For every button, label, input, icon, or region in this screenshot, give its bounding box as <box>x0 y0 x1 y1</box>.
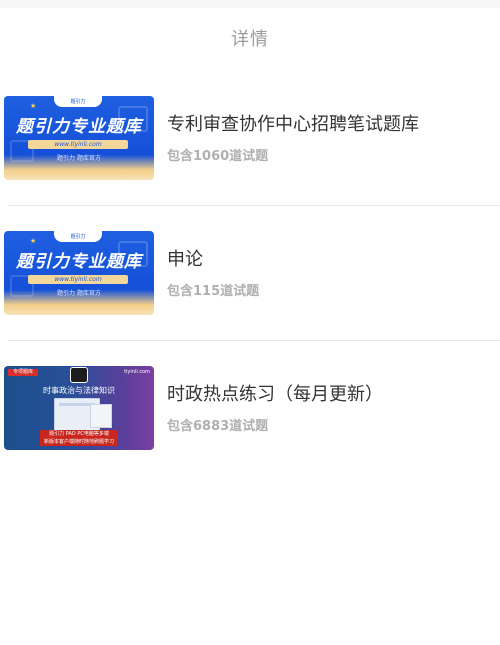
item-thumbnail: ★ 题引力 题引力专业题库 www.tiyinli.com 题引力 题库官方 <box>4 96 154 180</box>
thumbnail-tagline: 题引力 题库官方 <box>57 290 101 297</box>
thumbnail-tag: 专项题库 <box>8 369 38 376</box>
item-info: 专利审查协作中心招聘笔试题库 包含1060道试题 <box>167 113 419 164</box>
thumbnail-brand-text: 题引力 <box>70 234 86 240</box>
item-title: 时政热点练习（每月更新） <box>167 383 383 405</box>
list-item-patent-exam[interactable]: ★ 题引力 题引力专业题库 www.tiyinli.com 题引力 题库官方 专… <box>0 96 500 180</box>
item-title: 申论 <box>167 248 203 270</box>
item-thumbnail: 专项题库 tiyinli.com 时事政治与法律知识 题引力 PAD PC电脑等… <box>4 366 154 450</box>
thumbnail-banner: 专项题库 tiyinli.com 时事政治与法律知识 题引力 PAD PC电脑等… <box>4 366 154 450</box>
list-item-current-affairs[interactable]: 专项题库 tiyinli.com 时事政治与法律知识 题引力 PAD PC电脑等… <box>0 366 500 450</box>
thumbnail-url: www.tiyinli.com <box>28 275 128 284</box>
thumbnail-brand-text: 题引力 <box>70 99 86 105</box>
thumbnail-heading: 时事政治与法律知识 <box>43 386 115 395</box>
promo-line-1: 题引力 PAD PC电脑等多端 <box>49 431 109 437</box>
item-question-count: 包含1060道试题 <box>167 148 269 164</box>
thumbnail-banner: ★ 题引力 题引力专业题库 www.tiyinli.com 题引力 题库官方 <box>4 96 154 180</box>
thumbnail-promo-box: 题引力 PAD PC电脑等多端 新版本客户端随时随地刷题学习 <box>40 430 118 446</box>
page-header: 详情 <box>0 8 500 68</box>
brand-pill: 题引力 <box>54 231 102 242</box>
star-icon: ★ <box>30 237 37 245</box>
item-info: 时政热点练习（每月更新） 包含6883道试题 <box>167 383 383 434</box>
top-status-strip <box>0 0 500 8</box>
brand-pill: 题引力 <box>54 96 102 107</box>
item-info: 申论 包含115道试题 <box>167 248 259 299</box>
thumbnail-headline: 题引力专业题库 <box>16 252 142 272</box>
star-icon: ★ <box>30 102 37 110</box>
thumbnail-site: tiyinli.com <box>124 369 150 375</box>
page-title: 详情 <box>231 29 269 50</box>
thumbnail-tagline: 题引力 题库官方 <box>57 155 101 162</box>
thumbnail-headline: 题引力专业题库 <box>16 117 142 137</box>
logo-icon <box>70 367 88 383</box>
item-thumbnail: ★ 题引力 题引力专业题库 www.tiyinli.com 题引力 题库官方 <box>4 231 154 315</box>
question-bank-list: ★ 题引力 题引力专业题库 www.tiyinli.com 题引力 题库官方 专… <box>0 96 500 450</box>
item-question-count: 包含6883道试题 <box>167 418 269 434</box>
promo-line-2: 新版本客户端随时随地刷题学习 <box>43 439 114 445</box>
tablet-icon <box>90 404 112 428</box>
list-item-shenlun[interactable]: ★ 题引力 题引力专业题库 www.tiyinli.com 题引力 题库官方 申… <box>0 231 500 315</box>
thumbnail-url: www.tiyinli.com <box>28 140 128 149</box>
item-question-count: 包含115道试题 <box>167 283 260 299</box>
thumbnail-banner: ★ 题引力 题引力专业题库 www.tiyinli.com 题引力 题库官方 <box>4 231 154 315</box>
item-title: 专利审查协作中心招聘笔试题库 <box>167 113 419 135</box>
